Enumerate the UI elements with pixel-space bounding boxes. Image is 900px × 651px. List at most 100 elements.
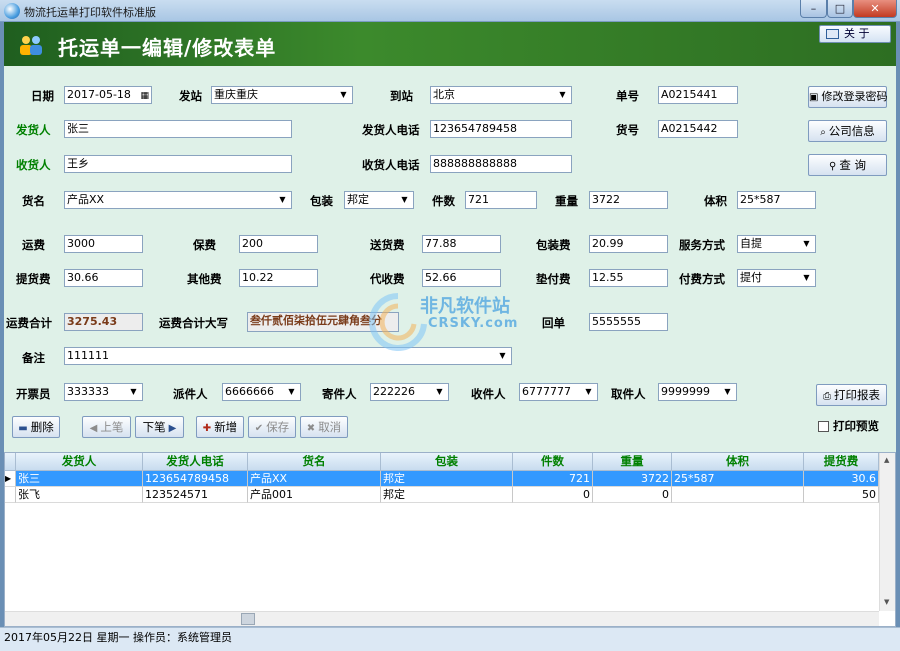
column-header[interactable]: 货名	[248, 453, 381, 471]
recipient-label: 收件人	[471, 387, 506, 401]
column-header[interactable]: 发货人电话	[143, 453, 248, 471]
calendar-icon[interactable]: ▦	[140, 88, 149, 103]
weight-field[interactable]: 3722	[589, 191, 668, 209]
scroll-down-icon[interactable]: ▼	[884, 598, 889, 606]
collector-select[interactable]: 9999999 ▼	[658, 383, 737, 401]
table-cell[interactable]: 产品XX	[248, 471, 381, 487]
receiver-phone-field[interactable]: 888888888888	[430, 155, 572, 173]
dispatcher-label: 派件人	[173, 387, 208, 401]
chevron-down-icon: ▼	[803, 239, 810, 248]
delete-button[interactable]: ▬ 删除	[12, 416, 60, 438]
collect-fee-label: 代收费	[370, 272, 405, 286]
horizontal-scrollbar[interactable]	[5, 611, 879, 626]
table-cell[interactable]: 50	[804, 487, 879, 503]
goods-name-select[interactable]: 产品XX ▼	[64, 191, 292, 209]
service-select[interactable]: 自提 ▼	[737, 235, 816, 253]
issuer-value: 333333	[67, 385, 109, 398]
volume-label: 体积	[704, 194, 727, 208]
collect-fee-field[interactable]: 52.66	[422, 269, 501, 287]
other-fee-field[interactable]: 10.22	[239, 269, 318, 287]
from-station-select[interactable]: 重庆重庆 ▼	[211, 86, 353, 104]
row-indicator-header	[5, 453, 16, 471]
table-cell[interactable]: 0	[513, 487, 593, 503]
shipper-select[interactable]: 222226 ▼	[370, 383, 449, 401]
receiver-phone-label: 收货人电话	[362, 158, 420, 172]
table-cell[interactable]: 邦定	[381, 487, 513, 503]
packing-fee-field[interactable]: 20.99	[589, 235, 668, 253]
table-cell[interactable]: 123524571	[143, 487, 248, 503]
table-cell[interactable]: 邦定	[381, 471, 513, 487]
column-header[interactable]: 提货费	[804, 453, 879, 471]
save-button[interactable]: ✔ 保存	[248, 416, 296, 438]
dispatcher-select[interactable]: 6666666 ▼	[222, 383, 301, 401]
watermark-logo-icon	[369, 293, 427, 351]
packing-fee-label: 包装费	[536, 238, 571, 252]
table-cell[interactable]: 30.6	[804, 471, 879, 487]
cancel-button[interactable]: ✖ 取消	[300, 416, 348, 438]
table-cell[interactable]: 0	[593, 487, 672, 503]
company-info-button[interactable]: ⌕ 公司信息	[808, 120, 887, 142]
vertical-scrollbar[interactable]: ▲ ▼	[879, 453, 895, 611]
column-header[interactable]: 发货人	[16, 453, 143, 471]
receiver-label: 收货人	[16, 158, 51, 172]
about-button[interactable]: 关 于	[819, 25, 891, 43]
column-header[interactable]: 件数	[513, 453, 593, 471]
next-record-button[interactable]: 下笔 ▶	[135, 416, 184, 438]
table-cell[interactable]: 产品001	[248, 487, 381, 503]
close-button[interactable]: ✕	[853, 0, 897, 18]
date-picker[interactable]: 2017-05-18 ▦	[64, 86, 152, 104]
order-no-field[interactable]: A0215441	[658, 86, 738, 104]
prev-record-button[interactable]: ◀ 上笔	[82, 416, 131, 438]
insurance-field[interactable]: 200	[239, 235, 318, 253]
maximize-button[interactable]: □	[827, 0, 853, 18]
pieces-field[interactable]: 721	[465, 191, 537, 209]
chevron-down-icon: ▼	[401, 195, 408, 204]
recipient-select[interactable]: 6777777 ▼	[519, 383, 598, 401]
goods-no-field[interactable]: A0215442	[658, 120, 738, 138]
delivery-fee-field[interactable]: 77.88	[422, 235, 501, 253]
add-button[interactable]: ✚ 新增	[196, 416, 244, 438]
issuer-select[interactable]: 333333 ▼	[64, 383, 143, 401]
to-station-label: 到站	[390, 89, 413, 103]
sender-field[interactable]: 张三	[64, 120, 292, 138]
pickup-fee-field[interactable]: 30.66	[64, 269, 143, 287]
status-bar: 2017年05月22日 星期一 操作员：系统管理员	[0, 627, 900, 651]
scroll-up-icon[interactable]: ▲	[884, 456, 889, 464]
table-cell[interactable]: 123654789458	[143, 471, 248, 487]
receipt-field[interactable]: 5555555	[589, 313, 668, 331]
table-cell[interactable]: 3722	[593, 471, 672, 487]
packing-select[interactable]: 邦定 ▼	[344, 191, 414, 209]
remark-value: 111111	[67, 349, 109, 362]
to-station-select[interactable]: 北京 ▼	[430, 86, 572, 104]
chevron-down-icon: ▼	[585, 387, 592, 396]
column-header[interactable]: 体积	[672, 453, 804, 471]
total-upper-label: 运费合计大写	[159, 316, 228, 330]
column-header[interactable]: 包装	[381, 453, 513, 471]
print-report-button[interactable]: ⎙ 打印报表	[816, 384, 887, 406]
table-cell[interactable]: 张飞	[16, 487, 143, 503]
minimize-button[interactable]: –	[800, 0, 827, 18]
column-header[interactable]: 重量	[593, 453, 672, 471]
volume-field[interactable]: 25*587	[737, 191, 816, 209]
delete-label: 删除	[30, 420, 54, 434]
scroll-thumb[interactable]	[241, 613, 255, 625]
table-cell[interactable]: 721	[513, 471, 593, 487]
service-value: 自提	[740, 237, 762, 250]
query-button[interactable]: ⚲ 查 询	[808, 154, 887, 176]
change-password-button[interactable]: ▣ 修改登录密码	[808, 86, 887, 108]
table-cell[interactable]: 张三	[16, 471, 143, 487]
payment-select[interactable]: 提付 ▼	[737, 269, 816, 287]
table-cell[interactable]: 25*587	[672, 471, 804, 487]
print-preview-checkbox[interactable]	[818, 421, 829, 432]
collector-label: 取件人	[611, 387, 646, 401]
receiver-field[interactable]: 王乡	[64, 155, 292, 173]
freight-field[interactable]: 3000	[64, 235, 143, 253]
sender-phone-field[interactable]: 123654789458	[430, 120, 572, 138]
advance-fee-field[interactable]: 12.55	[589, 269, 668, 287]
table-cell[interactable]	[672, 487, 804, 503]
status-text: 2017年05月22日 星期一 操作员：系统管理员	[4, 631, 232, 644]
key-icon: ▣	[809, 92, 819, 103]
other-fee-label: 其他费	[187, 272, 222, 286]
plus-icon: ✚	[202, 423, 212, 434]
goods-name-value: 产品XX	[67, 193, 105, 206]
